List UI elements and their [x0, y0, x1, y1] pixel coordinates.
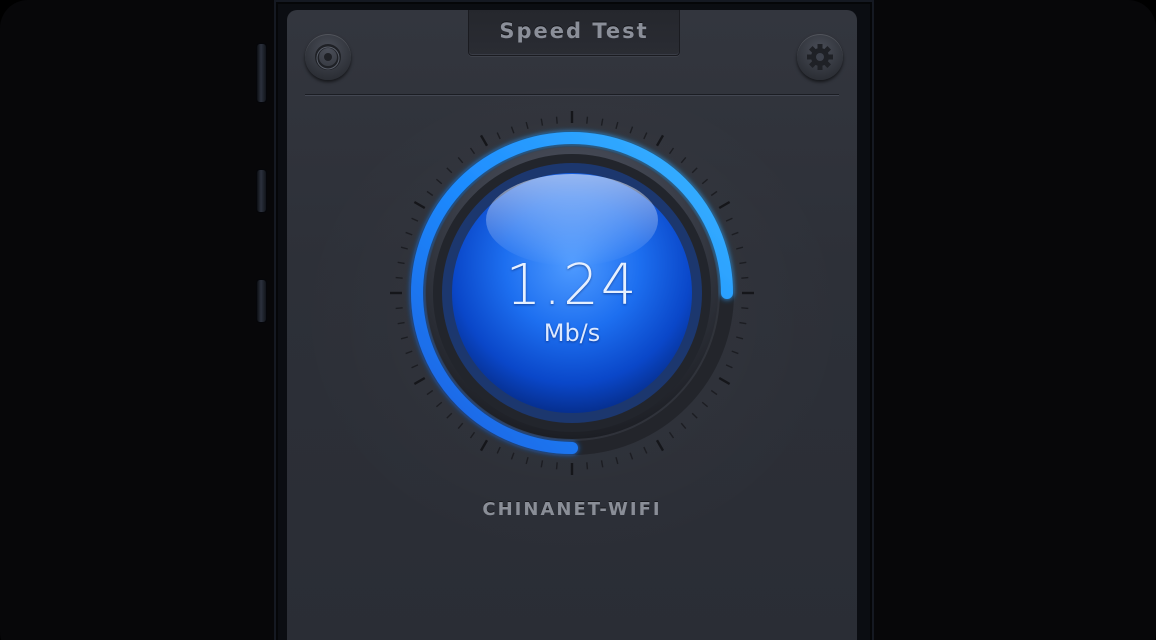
gauge-tick	[525, 121, 529, 129]
gauge-tick	[510, 452, 515, 460]
gauge-tick	[668, 147, 675, 155]
gauge-tick	[701, 178, 709, 185]
gauge-tick	[397, 321, 405, 325]
gauge-tick	[395, 307, 403, 310]
gauge-tick	[691, 167, 698, 174]
gauge-tick	[479, 439, 489, 452]
gauge-tick	[405, 350, 413, 355]
gauge-tick	[446, 167, 453, 174]
speed-value: 1.24	[505, 253, 639, 318]
gauge-tick	[600, 118, 604, 126]
gauge-tick	[739, 261, 747, 265]
gauge-tick	[615, 457, 619, 465]
gauge-tick	[736, 336, 744, 340]
gauge-tick	[540, 460, 544, 468]
gauge-tick	[629, 452, 634, 460]
gauge-tick	[446, 412, 453, 419]
gauge-tick	[643, 446, 648, 454]
gauge-tick	[457, 422, 464, 430]
gauge-tick	[395, 276, 403, 279]
gauge-tick	[718, 376, 731, 386]
gauge-tick	[710, 389, 718, 396]
app-screen: Speed Test 1.24 Mb/s CHINANET-WIFI	[287, 10, 857, 640]
app-window: Speed Test 1.24 Mb/s CHINANET-WIFI	[0, 0, 1156, 640]
volume-down-button	[257, 280, 266, 322]
gauge-tick	[600, 460, 604, 468]
gauge-tick	[457, 156, 464, 164]
gauge-tick	[397, 261, 405, 265]
gauge-tick	[469, 147, 476, 155]
gauge-tick	[411, 217, 419, 222]
speed-readout: 1.24 Mb/s	[457, 253, 687, 347]
gauge-tick	[413, 200, 426, 210]
gauge-tick	[629, 126, 634, 134]
gauge-tick	[540, 118, 544, 126]
gauge-tick	[469, 431, 476, 439]
gauge-tick	[710, 190, 718, 197]
gauge-tick	[739, 321, 747, 325]
mute-switch	[257, 44, 266, 102]
speed-unit: Mb/s	[543, 319, 601, 347]
gauge-tick	[435, 178, 443, 185]
gauge-tick	[426, 190, 434, 197]
gauge-tick	[718, 200, 731, 210]
gauge-tick	[680, 156, 687, 164]
gauge-tick	[680, 422, 687, 430]
gauge-tick	[400, 336, 408, 340]
gauge-tick	[655, 134, 665, 147]
network-name: CHINANET-WIFI	[482, 499, 662, 520]
gauge-tick	[736, 246, 744, 250]
gauge-tick	[731, 350, 739, 355]
gauge-tick	[615, 121, 619, 129]
gauge-tick	[413, 376, 426, 386]
gauge-tick	[643, 132, 648, 140]
gauge-tick	[525, 457, 529, 465]
gauge-tick	[741, 307, 749, 310]
gauge-tick	[435, 401, 443, 408]
gauge-tick	[479, 134, 489, 147]
gauge-tick	[405, 231, 413, 236]
volume-up-button	[257, 170, 266, 212]
gauge-tick	[586, 462, 589, 470]
gauge-tick	[701, 401, 709, 408]
gauge-tick	[496, 446, 501, 454]
gauge-tick	[400, 246, 408, 250]
gauge-tick	[725, 217, 733, 222]
gauge-tick	[655, 439, 665, 452]
gauge-tick	[496, 132, 501, 140]
gauge-tick	[668, 431, 675, 439]
gauge-tick	[510, 126, 515, 134]
gauge-tick	[426, 389, 434, 396]
gauge-tick	[555, 116, 558, 124]
gauge-tick	[586, 116, 589, 124]
gauge-tick	[691, 412, 698, 419]
gauge-tick	[725, 364, 733, 369]
gauge-tick	[555, 462, 558, 470]
gauge-tick	[741, 276, 749, 279]
gauge-tick	[731, 231, 739, 236]
gauge-tick	[411, 364, 419, 369]
